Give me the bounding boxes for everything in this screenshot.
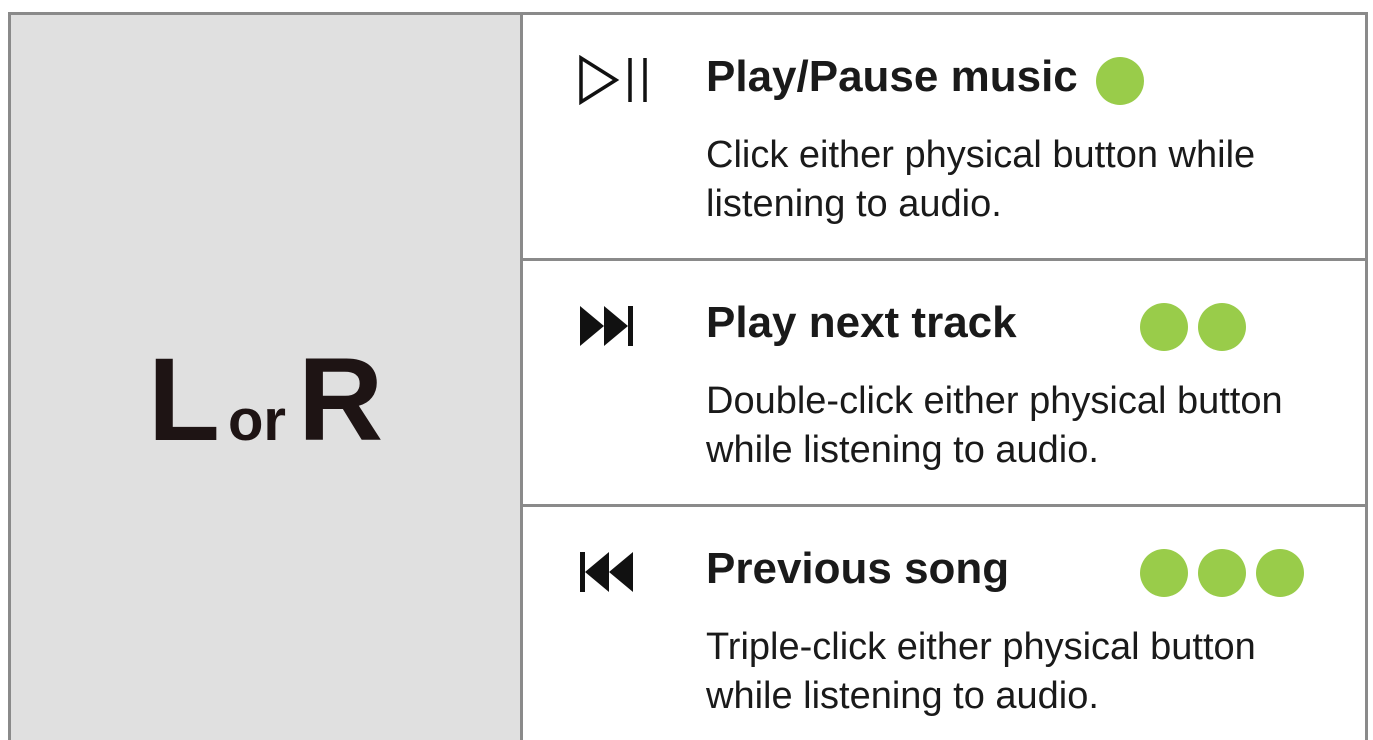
previous-track-icon (580, 552, 633, 592)
side-label: L or R (148, 341, 383, 459)
play-pause-icon (579, 55, 647, 105)
action-description: Double-click either physical button whil… (706, 380, 1283, 472)
click-dot (1096, 57, 1144, 105)
click-dot (1198, 549, 1246, 597)
action-title: Previous song (706, 544, 1010, 593)
actions-panel: Play/Pause music Click either physical b… (523, 15, 1365, 740)
click-dot (1140, 303, 1188, 351)
action-row-next-track: Play next track Double-click either phys… (523, 261, 1365, 507)
action-title: Play/Pause music (706, 52, 1078, 101)
next-track-icon (580, 306, 633, 346)
click-count-indicator (1096, 57, 1144, 105)
click-count-indicator (1140, 303, 1246, 351)
click-dot (1256, 549, 1304, 597)
controls-table: L or R Play/Pause music Click either phy… (8, 12, 1368, 740)
right-earbud-letter: R (297, 334, 384, 466)
action-title: Play next track (706, 298, 1017, 347)
earbud-side-panel: L or R (11, 15, 523, 740)
left-earbud-letter: L (147, 334, 220, 466)
action-description: Click either physical button while liste… (706, 134, 1256, 226)
action-row-previous-song: Previous song Triple-click either physic… (523, 507, 1365, 740)
or-connector: or (227, 388, 286, 453)
click-dot (1140, 549, 1188, 597)
click-count-indicator (1140, 549, 1304, 597)
click-dot (1198, 303, 1246, 351)
action-row-play-pause: Play/Pause music Click either physical b… (523, 15, 1365, 261)
action-description: Triple-click either physical button whil… (706, 626, 1256, 718)
